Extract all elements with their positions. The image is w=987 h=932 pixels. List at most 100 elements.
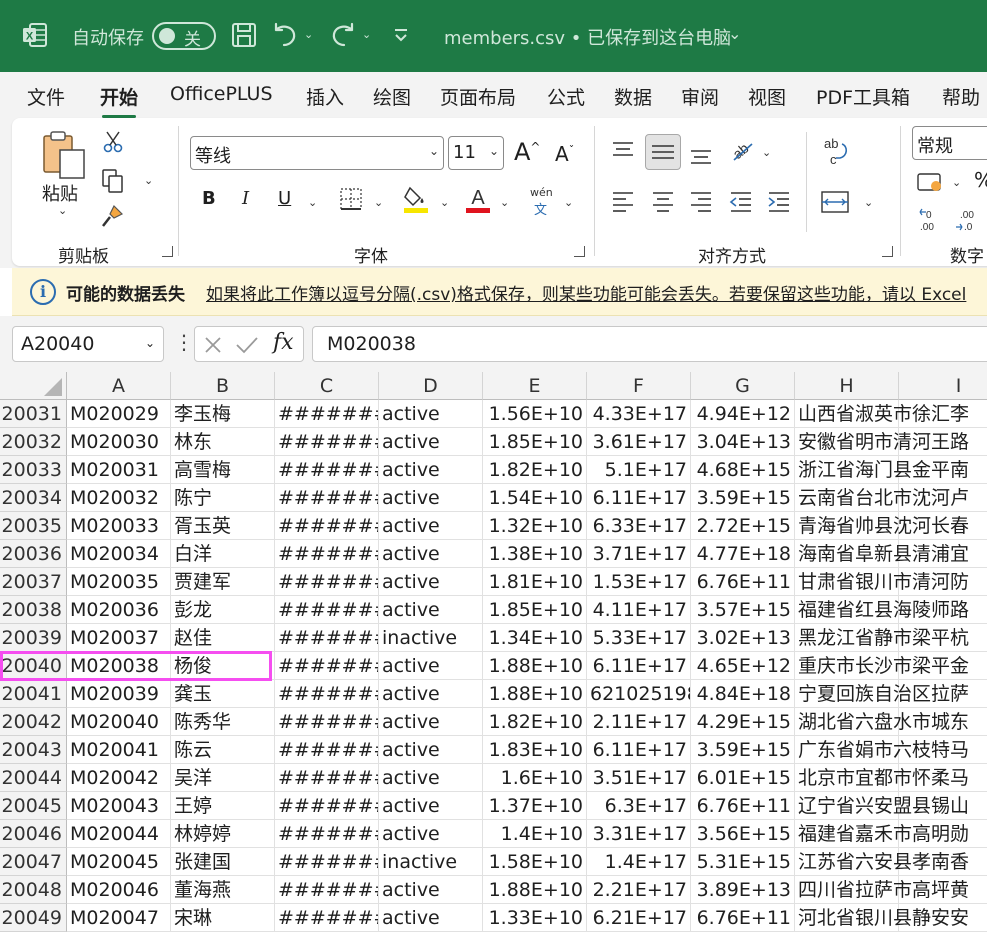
cell-h[interactable]: 山西省淑英市徐汇李 bbox=[795, 400, 969, 428]
underline-dropdown-icon[interactable]: ⌄ bbox=[308, 196, 317, 209]
redo-dropdown-icon[interactable]: ⌄ bbox=[362, 28, 371, 41]
align-bottom-icon[interactable] bbox=[688, 142, 714, 168]
cell-d[interactable]: active bbox=[379, 708, 483, 736]
cell-c[interactable]: ####### bbox=[275, 512, 379, 540]
italic-button[interactable]: I bbox=[242, 188, 249, 209]
more-options-icon[interactable]: ⋮ bbox=[174, 332, 194, 352]
cell-i[interactable] bbox=[899, 400, 987, 428]
tab-review[interactable]: 审阅 bbox=[681, 83, 719, 110]
row-header[interactable]: 20033 bbox=[0, 456, 67, 484]
column-header-d[interactable]: D bbox=[379, 372, 483, 400]
cell-d[interactable]: active bbox=[379, 736, 483, 764]
row-header[interactable]: 20038 bbox=[0, 596, 67, 624]
cell-c[interactable]: ####### bbox=[275, 904, 379, 932]
cell-a[interactable]: M020038 bbox=[67, 652, 171, 680]
cell-b[interactable]: 龚玉 bbox=[171, 680, 275, 708]
name-box-dropdown-icon[interactable]: ⌄ bbox=[145, 336, 155, 350]
cell-d[interactable]: active bbox=[379, 512, 483, 540]
cell-c[interactable]: ####### bbox=[275, 484, 379, 512]
cell-f[interactable]: 6.33E+17 bbox=[587, 512, 691, 540]
row-header[interactable]: 20047 bbox=[0, 848, 67, 876]
increase-font-size-icon[interactable]: A^ bbox=[514, 138, 540, 166]
cell-d[interactable]: active bbox=[379, 568, 483, 596]
undo-dropdown-icon[interactable]: ⌄ bbox=[304, 28, 313, 41]
cell-g[interactable]: 4.77E+18 bbox=[691, 540, 795, 568]
cell-i[interactable] bbox=[899, 848, 987, 876]
cell-b[interactable]: 陈宁 bbox=[171, 484, 275, 512]
cell-a[interactable]: M020035 bbox=[67, 568, 171, 596]
cell-i[interactable] bbox=[899, 876, 987, 904]
row-header[interactable]: 20043 bbox=[0, 736, 67, 764]
cell-c[interactable]: ####### bbox=[275, 596, 379, 624]
cell-e[interactable]: 1.88E+10 bbox=[483, 652, 587, 680]
cell-i[interactable] bbox=[899, 624, 987, 652]
row-header[interactable]: 20040 bbox=[0, 652, 67, 680]
file-title[interactable]: members.csv • 已保存到这台电脑 bbox=[444, 24, 731, 50]
cell-b[interactable]: 赵佳 bbox=[171, 624, 275, 652]
cell-g[interactable]: 6.01E+15 bbox=[691, 764, 795, 792]
cell-i[interactable] bbox=[899, 456, 987, 484]
tab-help[interactable]: 帮助 bbox=[942, 83, 980, 110]
tab-insert[interactable]: 插入 bbox=[306, 83, 344, 110]
cell-h[interactable]: 甘肃省银川市清河防 bbox=[795, 568, 969, 596]
phonetic-guide-top[interactable]: wén bbox=[530, 186, 553, 199]
cell-a[interactable]: M020044 bbox=[67, 820, 171, 848]
cell-e[interactable]: 1.83E+10 bbox=[483, 736, 587, 764]
cell-i[interactable] bbox=[899, 904, 987, 932]
cell-f[interactable]: 2.21E+17 bbox=[587, 876, 691, 904]
font-size-dropdown-icon[interactable]: ⌄ bbox=[489, 144, 499, 158]
cell-h[interactable]: 湖北省六盘水市城东 bbox=[795, 708, 969, 736]
tab-view[interactable]: 视图 bbox=[748, 83, 786, 110]
cut-icon[interactable] bbox=[102, 130, 124, 154]
copy-icon[interactable] bbox=[100, 168, 126, 194]
cell-c[interactable]: ####### bbox=[275, 400, 379, 428]
row-header[interactable]: 20031 bbox=[0, 400, 67, 428]
cell-e[interactable]: 1.38E+10 bbox=[483, 540, 587, 568]
cell-i[interactable] bbox=[899, 596, 987, 624]
cell-a[interactable]: M020039 bbox=[67, 680, 171, 708]
font-color-icon[interactable]: A bbox=[464, 184, 492, 214]
align-middle-button[interactable] bbox=[645, 134, 681, 170]
cell-i[interactable] bbox=[899, 680, 987, 708]
fill-color-dropdown-icon[interactable]: ⌄ bbox=[440, 196, 449, 209]
increase-indent-icon[interactable] bbox=[766, 188, 792, 214]
cell-i[interactable] bbox=[899, 484, 987, 512]
cell-a[interactable]: M020036 bbox=[67, 596, 171, 624]
alignment-launcher-icon[interactable] bbox=[882, 246, 893, 257]
cell-f[interactable]: 3.31E+17 bbox=[587, 820, 691, 848]
cell-a[interactable]: M020043 bbox=[67, 792, 171, 820]
paste-label[interactable]: 粘贴 bbox=[42, 180, 78, 206]
undo-icon[interactable] bbox=[270, 20, 300, 50]
cell-i[interactable] bbox=[899, 820, 987, 848]
cell-a[interactable]: M020032 bbox=[67, 484, 171, 512]
cell-f[interactable]: 4.11E+17 bbox=[587, 596, 691, 624]
cell-g[interactable]: 4.94E+12 bbox=[691, 400, 795, 428]
cell-a[interactable]: M020041 bbox=[67, 736, 171, 764]
cell-a[interactable]: M020040 bbox=[67, 708, 171, 736]
align-right-icon[interactable] bbox=[688, 188, 714, 214]
cell-e[interactable]: 1.4E+10 bbox=[483, 820, 587, 848]
cell-h[interactable]: 重庆市长沙市梁平金 bbox=[795, 652, 969, 680]
fill-color-icon[interactable] bbox=[402, 184, 430, 214]
cell-i[interactable] bbox=[899, 708, 987, 736]
cell-d[interactable]: active bbox=[379, 456, 483, 484]
cell-b[interactable]: 董海燕 bbox=[171, 876, 275, 904]
cell-i[interactable] bbox=[899, 568, 987, 596]
row-header[interactable]: 20032 bbox=[0, 428, 67, 456]
paste-dropdown-icon[interactable]: ⌄ bbox=[58, 204, 67, 217]
tab-formulas[interactable]: 公式 bbox=[547, 83, 585, 110]
cell-a[interactable]: M020030 bbox=[67, 428, 171, 456]
cell-i[interactable] bbox=[899, 792, 987, 820]
cell-g[interactable]: 5.31E+15 bbox=[691, 848, 795, 876]
font-name-dropdown-icon[interactable]: ⌄ bbox=[429, 144, 439, 158]
cell-b[interactable]: 彭龙 bbox=[171, 596, 275, 624]
cell-c[interactable]: ####### bbox=[275, 708, 379, 736]
merge-dropdown-icon[interactable]: ⌄ bbox=[864, 196, 873, 209]
cell-c[interactable]: ####### bbox=[275, 848, 379, 876]
cell-f[interactable]: 4.33E+17 bbox=[587, 400, 691, 428]
cell-f[interactable]: 1.53E+17 bbox=[587, 568, 691, 596]
cell-a[interactable]: M020037 bbox=[67, 624, 171, 652]
formula-input[interactable]: M020038 bbox=[312, 326, 987, 362]
save-icon[interactable] bbox=[230, 20, 260, 50]
column-header-a[interactable]: A bbox=[67, 372, 171, 400]
